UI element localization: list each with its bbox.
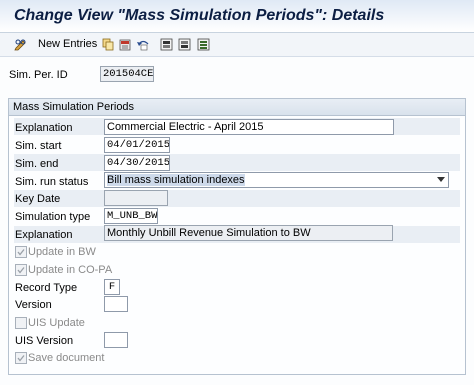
explanation-field[interactable]: Commercial Electric - April 2015 — [104, 119, 394, 135]
sim-run-status-label: Sim. run status — [15, 176, 89, 188]
explanation2-label: Explanation — [15, 229, 73, 241]
simulation-type-field[interactable]: M_UNB_BW — [104, 208, 158, 224]
select-all-icon[interactable] — [197, 38, 210, 51]
simulation-type-label: Simulation type — [15, 211, 91, 223]
uis-version-label: UIS Version — [15, 335, 74, 347]
sim-start-field[interactable]: 04/01/2015 — [104, 137, 170, 153]
version-field[interactable] — [104, 296, 128, 312]
save-document-checkbox[interactable] — [15, 352, 27, 364]
title-bar: Change View "Mass Simulation Periods": D… — [0, 0, 474, 33]
pencil-glasses-icon[interactable] — [14, 38, 27, 51]
sim-per-id-label: Sim. Per. ID — [9, 69, 68, 81]
application-toolbar: New Entries — [0, 33, 474, 57]
group-header: Mass Simulation Periods — [9, 99, 465, 116]
new-entries-button[interactable]: New Entries — [38, 38, 97, 50]
update-in-bw-checkbox[interactable] — [15, 246, 27, 258]
delete-icon[interactable] — [119, 38, 132, 51]
uis-update-checkbox[interactable] — [15, 317, 27, 329]
record-type-field[interactable]: F — [104, 279, 120, 295]
chevron-down-icon[interactable] — [437, 177, 445, 182]
sim-end-field[interactable]: 04/30/2015 — [104, 155, 170, 171]
group-title: Mass Simulation Periods — [13, 101, 135, 113]
update-in-copa-checkbox[interactable] — [15, 264, 27, 276]
sim-start-label: Sim. start — [15, 140, 62, 152]
update-in-copa-label: Update in CO-PA — [28, 264, 113, 276]
copy-icon[interactable] — [102, 38, 115, 51]
sim-run-status-dropdown[interactable]: Bill mass simulation indexes — [104, 172, 449, 188]
explanation-label: Explanation — [15, 122, 73, 134]
uis-version-field[interactable] — [104, 332, 128, 348]
sim-run-status-value: Bill mass simulation indexes — [107, 174, 245, 186]
row-background — [14, 190, 460, 207]
record-type-label: Record Type — [15, 282, 78, 294]
version-label: Version — [15, 299, 52, 311]
row-background — [14, 154, 460, 171]
undo-icon[interactable] — [136, 38, 149, 51]
save-document-label: Save document — [28, 352, 105, 364]
uis-update-label: UIS Update — [28, 317, 85, 329]
key-date-field — [104, 190, 168, 206]
sim-per-id-field: 201504CE — [100, 66, 154, 82]
sim-end-label: Sim. end — [15, 158, 59, 170]
next-entry-icon[interactable] — [178, 38, 191, 51]
key-date-label: Key Date — [15, 193, 61, 205]
previous-entry-icon[interactable] — [160, 38, 173, 51]
explanation2-field: Monthly Unbill Revenue Simulation to BW — [104, 225, 393, 241]
page-title: Change View "Mass Simulation Periods": D… — [14, 7, 385, 24]
update-in-bw-label: Update in BW — [28, 246, 96, 258]
